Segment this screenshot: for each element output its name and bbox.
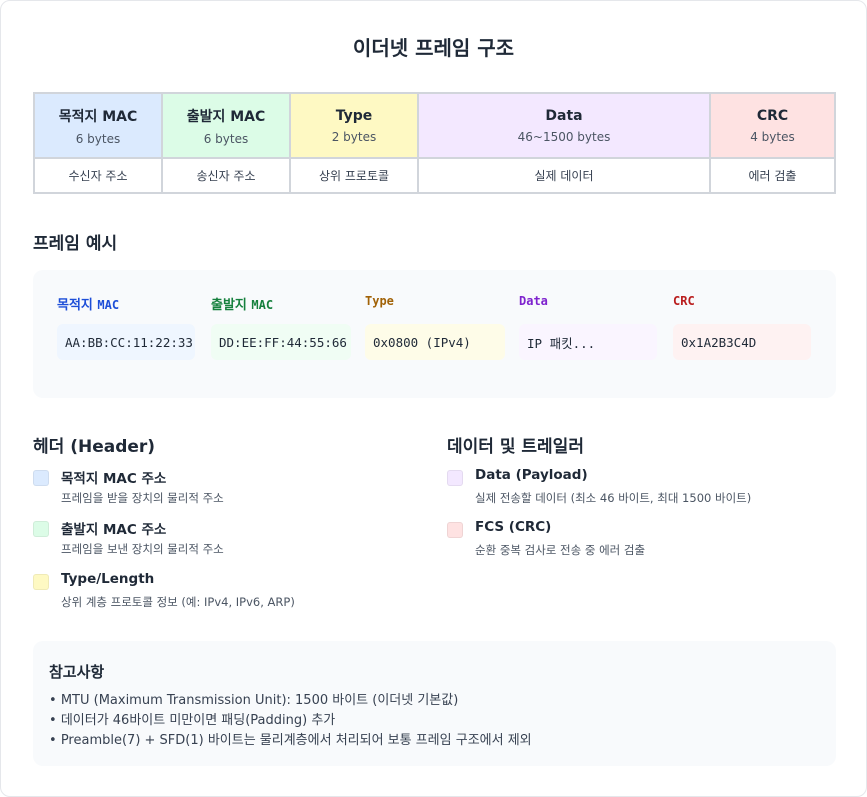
frame-field-header: 목적지 MAC 6 bytes — [35, 94, 161, 159]
example-field-value: 0x1A2B3C4D — [673, 324, 811, 360]
notes-panel: 참고사항 MTU (Maximum Transmission Unit): 15… — [33, 641, 836, 766]
example-section-title: 프레임 예시 — [33, 234, 118, 254]
example-label-text: 출발지 — [211, 298, 247, 313]
example-field-label: Type — [365, 294, 505, 312]
example-field-src-mac: 출발지 MAC DD:EE:FF:44:55:66 — [211, 294, 351, 360]
frame-field-name: Data — [545, 107, 583, 124]
example-label-mono: MAC — [251, 298, 274, 312]
legend-item-desc: 프레임을 보낸 장치의 물리적 주소 — [61, 542, 224, 556]
frame-field-name: Type — [335, 107, 373, 124]
example-field-data: Data IP 패킷... — [519, 294, 657, 360]
example-label-mono: Type — [365, 294, 394, 308]
notes-item: Preamble(7) + SFD(1) 바이트는 물리계층에서 처리되어 보통… — [49, 731, 532, 751]
frame-field-header: Data 46~1500 bytes — [419, 94, 709, 159]
notes-title: 참고사항 — [49, 663, 105, 681]
legend-item-desc: 실제 전송할 데이터 (최소 46 바이트, 최대 1500 바이트) — [475, 491, 752, 505]
frame-field-desc: 송신자 주소 — [196, 169, 256, 183]
frame-field-name: 목적지 MAC — [58, 108, 138, 125]
frame-field-type: Type 2 bytes 상위 프로토콜 — [291, 94, 419, 192]
frame-field-name: 출발지 MAC — [186, 108, 266, 125]
legend-item-desc: 상위 계층 프로토콜 정보 (예: IPv4, IPv6, ARP) — [61, 595, 295, 609]
legend-item-desc: 프레임을 받을 장치의 물리적 주소 — [61, 491, 224, 505]
color-swatch — [447, 522, 463, 538]
frame-example-panel: 목적지 MAC AA:BB:CC:11:22:33 출발지 MAC DD:EE:… — [33, 270, 836, 398]
frame-field-desc: 수신자 주소 — [68, 169, 128, 183]
frame-field-size: 2 bytes — [331, 129, 377, 144]
frame-field-data: Data 46~1500 bytes 실제 데이터 — [419, 94, 711, 192]
legend-item-desc: 순환 중복 검사로 전송 중 에러 검출 — [475, 543, 646, 557]
example-field-dest-mac: 목적지 MAC AA:BB:CC:11:22:33 — [57, 294, 195, 360]
frame-field-size: 46~1500 bytes — [517, 129, 611, 144]
example-field-type: Type 0x0800 (IPv4) — [365, 294, 505, 360]
example-label-mono: Data — [519, 294, 548, 308]
color-swatch — [33, 574, 49, 590]
frame-field-header: 출발지 MAC 6 bytes — [163, 94, 289, 159]
legend-item-name: 출발지 MAC 주소 — [61, 522, 167, 538]
example-label-mono: CRC — [673, 294, 695, 308]
diagram-title: 이더넷 프레임 구조 — [352, 36, 515, 60]
legend-header-title: 헤더 (Header) — [33, 437, 156, 457]
notes-item: MTU (Maximum Transmission Unit): 1500 바이… — [49, 691, 532, 711]
legend-data-title: 데이터 및 트레일러 — [447, 437, 584, 457]
example-field-label: 출발지 MAC — [211, 294, 351, 313]
legend-item-name: Type/Length — [61, 571, 155, 587]
frame-field-name: CRC — [756, 107, 789, 124]
example-label-text: 목적지 — [57, 298, 93, 313]
example-field-crc: CRC 0x1A2B3C4D — [673, 294, 811, 360]
example-field-label: CRC — [673, 294, 811, 312]
example-label-mono: MAC — [97, 298, 120, 312]
frame-field-crc: CRC 4 bytes 에러 검출 — [711, 94, 834, 192]
frame-field-header: Type 2 bytes — [291, 94, 417, 159]
example-field-label: 목적지 MAC — [57, 294, 195, 313]
color-swatch — [447, 470, 463, 486]
example-field-value: 0x0800 (IPv4) — [365, 324, 505, 360]
notes-list: MTU (Maximum Transmission Unit): 1500 바이… — [49, 691, 532, 751]
legend-item-name: 목적지 MAC 주소 — [61, 471, 167, 487]
frame-structure-table: 목적지 MAC 6 bytes 수신자 주소 출발지 MAC 6 bytes 송… — [33, 92, 836, 194]
frame-field-desc: 상위 프로토콜 — [318, 169, 390, 183]
frame-field-dest-mac: 목적지 MAC 6 bytes 수신자 주소 — [35, 94, 163, 192]
frame-field-header: CRC 4 bytes — [711, 94, 834, 159]
notes-item: 데이터가 46바이트 미만이면 패딩(Padding) 추가 — [49, 711, 532, 731]
color-swatch — [33, 470, 49, 486]
example-field-value: AA:BB:CC:11:22:33 — [57, 324, 195, 360]
legend-item-name: Data (Payload) — [475, 467, 588, 483]
example-field-label: Data — [519, 294, 657, 312]
frame-field-size: 4 bytes — [750, 129, 795, 144]
frame-field-src-mac: 출발지 MAC 6 bytes 송신자 주소 — [163, 94, 291, 192]
legend-item-name: FCS (CRC) — [475, 519, 552, 535]
frame-field-desc: 실제 데이터 — [534, 169, 594, 183]
color-swatch — [33, 521, 49, 537]
frame-field-size: 6 bytes — [75, 131, 121, 146]
frame-field-desc: 에러 검출 — [748, 169, 797, 183]
example-field-value: DD:EE:FF:44:55:66 — [211, 324, 351, 360]
example-field-value: IP 패킷... — [519, 324, 657, 360]
frame-field-size: 6 bytes — [203, 131, 249, 146]
